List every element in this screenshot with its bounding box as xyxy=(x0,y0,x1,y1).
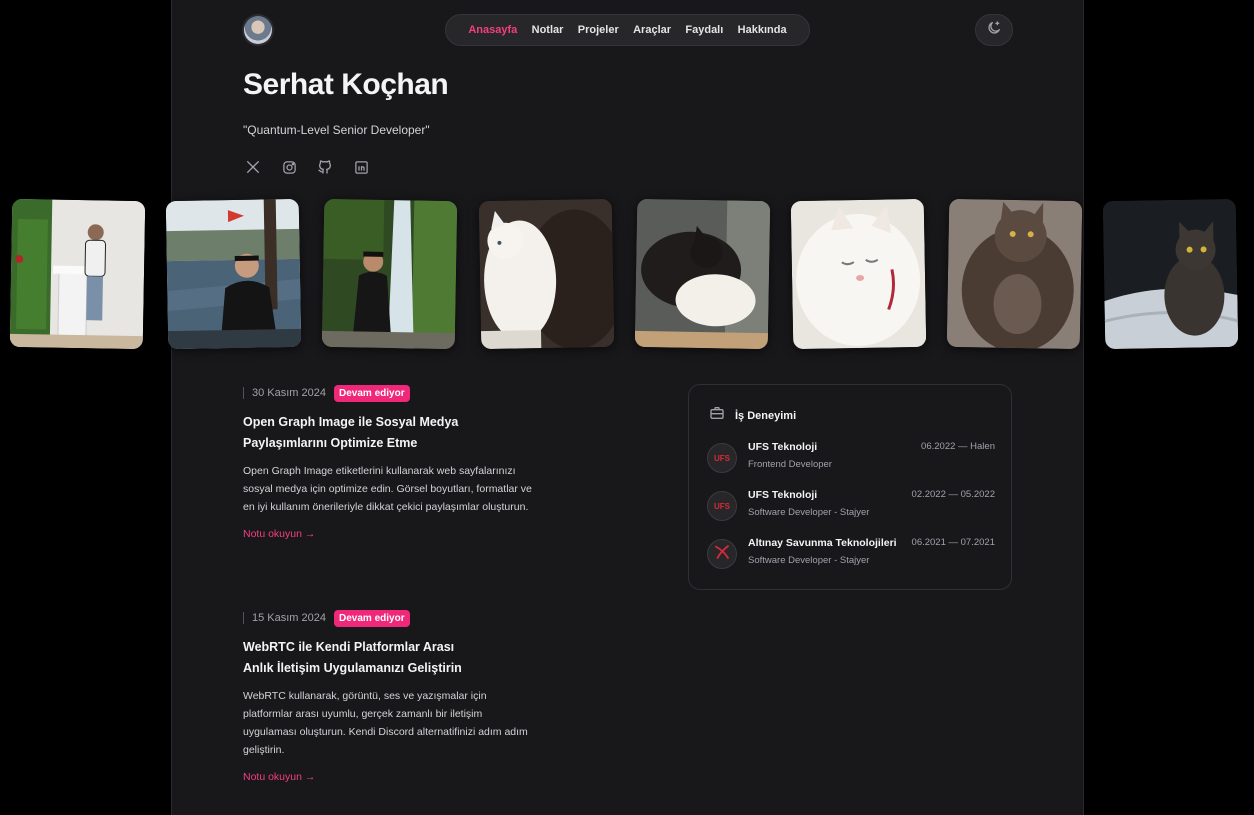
nav-item-araclar[interactable]: Araçlar xyxy=(633,24,671,36)
linkedin-icon[interactable] xyxy=(352,158,370,176)
post-meta: 30 Kasım 2024 Devam ediyor xyxy=(243,384,543,402)
company-name: Altınay Savunma Teknolojileri xyxy=(748,537,897,549)
job-item: UFS UFS Teknoloji Frontend Developer 06.… xyxy=(707,441,995,475)
post-description: Open Graph Image etiketlerini kullanarak… xyxy=(243,465,532,513)
photo-cats-cuddling xyxy=(634,198,771,350)
job-role: Frontend Developer xyxy=(748,459,832,470)
nav-item-anasayfa[interactable]: Anasayfa xyxy=(468,24,517,36)
company-logo xyxy=(707,539,737,569)
nav-item-projeler[interactable]: Projeler xyxy=(578,24,619,36)
work-experience-title: İş Deneyimi xyxy=(735,409,797,422)
status-badge: Devam ediyor xyxy=(334,384,410,402)
date-divider xyxy=(243,612,244,624)
company-logo: UFS xyxy=(707,443,737,473)
post-meta: 15 Kasım 2024 Devam ediyor xyxy=(243,609,543,627)
social-links xyxy=(244,158,370,176)
instagram-icon[interactable] xyxy=(280,158,298,176)
photo-person-by-sea xyxy=(165,198,302,350)
github-icon[interactable] xyxy=(316,158,334,176)
nav-item-notlar[interactable]: Notlar xyxy=(532,24,564,36)
date-divider xyxy=(243,387,244,399)
photo-white-cat-sleeping xyxy=(790,198,927,350)
company-name: UFS Teknoloji xyxy=(748,441,818,453)
job-period: 06.2022 — Halen xyxy=(921,441,995,452)
theme-toggle-button[interactable] xyxy=(975,14,1013,46)
post-title[interactable]: WebRTC ile Kendi Platformlar Arası Anlık… xyxy=(243,637,483,679)
photo-person-presenting xyxy=(9,198,146,350)
moon-sparkle-icon xyxy=(986,20,1002,41)
nav-item-faydali[interactable]: Faydalı xyxy=(685,24,723,36)
status-badge: Devam ediyor xyxy=(334,609,410,627)
photo-person-waterfall xyxy=(321,198,458,350)
briefcase-icon xyxy=(709,405,725,426)
page-title: Serhat Koçhan xyxy=(243,68,449,101)
work-experience-card: İş Deneyimi UFS UFS Teknoloji Frontend D… xyxy=(688,384,1012,590)
post-description: WebRTC kullanarak, görüntü, ses ve yazış… xyxy=(243,690,528,756)
job-period: 02.2022 — 05.2022 xyxy=(911,489,995,500)
photo-white-and-dark-cats xyxy=(478,198,615,350)
post-title[interactable]: Open Graph Image ile Sosyal Medya Paylaş… xyxy=(243,412,483,454)
post-date: 15 Kasım 2024 xyxy=(252,612,326,624)
photo-fluffy-cat-lying xyxy=(946,198,1083,350)
read-note-link[interactable]: Notu okuyun → xyxy=(243,528,315,540)
job-role: Software Developer - Stajyer xyxy=(748,555,870,566)
job-role: Software Developer - Stajyer xyxy=(748,507,870,518)
post-date: 30 Kasım 2024 xyxy=(252,387,326,399)
post-card: 30 Kasım 2024 Devam ediyor Open Graph Im… xyxy=(243,384,543,542)
job-period: 06.2021 — 07.2021 xyxy=(911,537,995,548)
read-note-link[interactable]: Notu okuyun → xyxy=(243,771,315,783)
job-item: Altınay Savunma Teknolojileri Software D… xyxy=(707,537,995,571)
nav-item-hakkinda[interactable]: Hakkında xyxy=(738,24,787,36)
company-logo: UFS xyxy=(707,491,737,521)
x-icon[interactable] xyxy=(244,158,262,176)
tagline: "Quantum-Level Senior Developer" xyxy=(243,123,430,137)
altinay-logo-icon xyxy=(713,543,731,566)
company-logo-text: UFS xyxy=(714,501,730,511)
avatar[interactable] xyxy=(244,16,272,44)
work-experience-header: İş Deneyimi xyxy=(709,405,796,426)
company-logo-text: UFS xyxy=(714,453,730,463)
top-nav: Anasayfa Notlar Projeler Araçlar Faydalı… xyxy=(445,14,810,46)
photo-dark-cat-on-bed xyxy=(1102,198,1239,350)
post-card: 15 Kasım 2024 Devam ediyor WebRTC ile Ke… xyxy=(243,609,543,785)
job-item: UFS UFS Teknoloji Software Developer - S… xyxy=(707,489,995,523)
company-name: UFS Teknoloji xyxy=(748,489,818,501)
